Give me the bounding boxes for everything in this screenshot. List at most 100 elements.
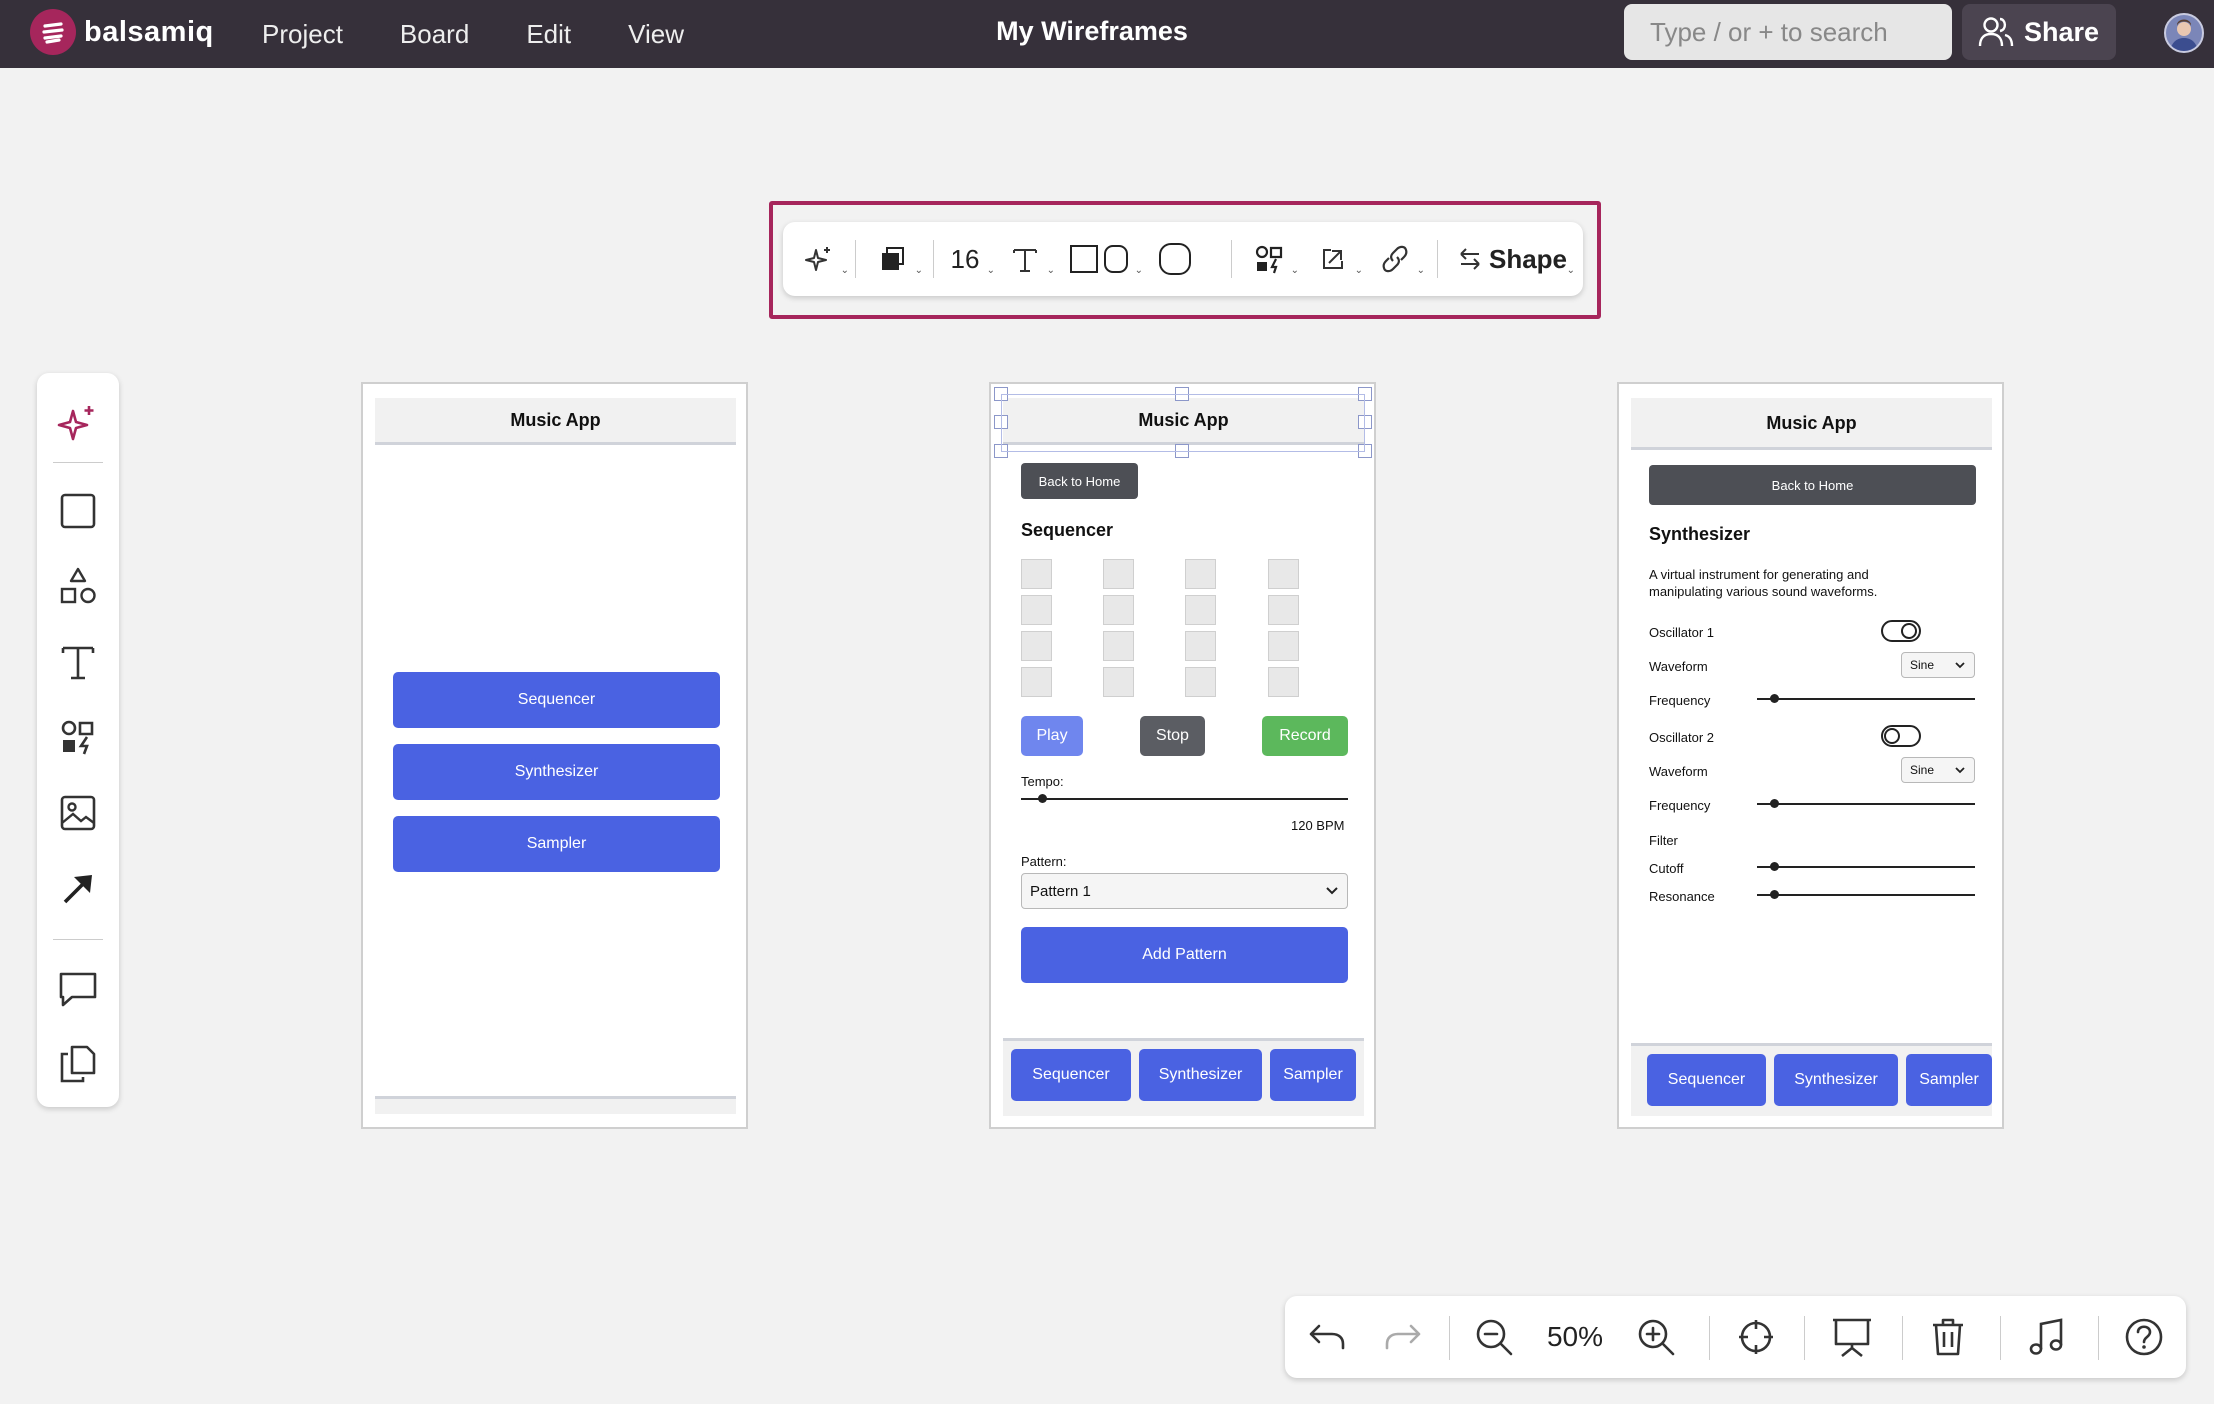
present-button[interactable]	[1815, 1296, 1889, 1378]
music-button[interactable]	[2011, 1296, 2081, 1378]
waveform-2-select[interactable]: Sine	[1901, 757, 1975, 783]
step-cell[interactable]	[1021, 559, 1052, 589]
step-cell[interactable]	[1185, 667, 1216, 697]
text-style-button[interactable]: ⌄	[1003, 222, 1055, 296]
step-cell[interactable]	[1021, 631, 1052, 661]
font-size-button[interactable]: 16 ⌄	[943, 222, 995, 296]
corner-radius-button[interactable]	[1153, 222, 1197, 296]
wireframe-home[interactable]: Music App Sequencer Synthesizer Sampler	[361, 382, 748, 1129]
delete-button[interactable]	[1913, 1296, 1983, 1378]
wireframe-sequencer[interactable]: Music App Back to Home Sequencer Play St…	[989, 382, 1376, 1129]
play-button[interactable]: Play	[1021, 716, 1083, 756]
synthesizer-button[interactable]: Synthesizer	[393, 744, 720, 800]
shape-swap-button[interactable]: Shape ⌄	[1453, 222, 1575, 296]
oscillator-1-label: Oscillator 1	[1649, 625, 1715, 640]
step-cell[interactable]	[1268, 595, 1299, 625]
frequency-2-slider[interactable]	[1757, 799, 1975, 808]
shapes-tool[interactable]	[37, 558, 119, 614]
link-external-icon	[1323, 249, 1343, 269]
step-cell[interactable]	[1185, 595, 1216, 625]
zoom-value: 50%	[1546, 1321, 1604, 1352]
slider-knob[interactable]	[1770, 862, 1779, 871]
waveform-value: Sine	[1910, 658, 1935, 672]
slider-knob[interactable]	[1038, 794, 1047, 803]
properties-toolbar: ⌄ ⌄ 16 ⌄ ⌄ ⌄ ⌄ ⌄ ⌄ Shape ⌄	[783, 222, 1583, 296]
text-tool[interactable]	[37, 634, 119, 690]
step-cell[interactable]	[1185, 631, 1216, 661]
tab-sampler[interactable]: Sampler	[1270, 1049, 1356, 1101]
ai-sparkle-icon	[57, 406, 94, 441]
link-external-button[interactable]: ⌄	[1311, 222, 1363, 296]
back-to-home-button[interactable]: Back to Home	[1021, 463, 1138, 499]
description-line-1: A virtual instrument for generating and	[1649, 567, 1869, 582]
sampler-button[interactable]: Sampler	[393, 816, 720, 872]
image-tool[interactable]	[37, 785, 119, 841]
user-avatar[interactable]	[2164, 13, 2204, 53]
tab-sampler[interactable]: Sampler	[1906, 1054, 1992, 1106]
ai-sparkle-button[interactable]: ⌄	[797, 222, 849, 296]
frequency-label: Frequency	[1649, 693, 1711, 708]
sequencer-button[interactable]: Sequencer	[393, 672, 720, 728]
zoom-out-button[interactable]	[1459, 1296, 1529, 1378]
tempo-value: 120 BPM	[1291, 818, 1345, 833]
stop-button[interactable]: Stop	[1140, 716, 1205, 756]
tab-sequencer[interactable]: Sequencer	[1011, 1049, 1131, 1101]
link-button[interactable]: ⌄	[1373, 222, 1425, 296]
copy-tool[interactable]	[37, 1036, 119, 1092]
step-cell[interactable]	[1103, 595, 1134, 625]
back-to-home-button[interactable]: Back to Home	[1649, 465, 1976, 505]
step-cell[interactable]	[1268, 559, 1299, 589]
oscillator-2-label: Oscillator 2	[1649, 730, 1715, 745]
step-cell[interactable]	[1103, 631, 1134, 661]
zoom-level[interactable]: 50%	[1535, 1296, 1615, 1378]
cutoff-label: Cutoff	[1649, 861, 1684, 876]
chevron-down-icon: ⌄	[840, 265, 849, 276]
tab-synthesizer[interactable]: Synthesizer	[1139, 1049, 1262, 1101]
border-style-button[interactable]: ⌄	[1065, 222, 1143, 296]
fit-view-button[interactable]	[1721, 1296, 1791, 1378]
step-cell[interactable]	[1268, 667, 1299, 697]
section-title: Synthesizer	[1649, 524, 1751, 544]
document-title[interactable]: My Wireframes	[996, 16, 1188, 47]
step-cell[interactable]	[1021, 595, 1052, 625]
slider-knob[interactable]	[1770, 890, 1779, 899]
oscillator-1-toggle[interactable]	[1881, 620, 1921, 642]
resonance-label: Resonance	[1649, 889, 1715, 904]
step-cell[interactable]	[1185, 559, 1216, 589]
add-pattern-button[interactable]: Add Pattern	[1021, 927, 1348, 983]
step-cell[interactable]	[1021, 667, 1052, 697]
icons-tool[interactable]	[37, 709, 119, 765]
record-button[interactable]: Record	[1262, 716, 1348, 756]
share-button[interactable]: Share	[1962, 4, 2116, 60]
oscillator-2-toggle[interactable]	[1881, 725, 1921, 747]
step-cell[interactable]	[1103, 667, 1134, 697]
redo-button[interactable]	[1375, 1296, 1431, 1378]
icon-picker-button[interactable]: ⌄	[1247, 222, 1299, 296]
help-button[interactable]	[2109, 1296, 2179, 1378]
resonance-slider[interactable]	[1757, 890, 1975, 899]
chevron-down-icon	[1326, 887, 1338, 895]
arrow-tool[interactable]	[37, 861, 119, 917]
step-cell[interactable]	[1268, 631, 1299, 661]
rectangle-tool[interactable]	[37, 483, 119, 539]
zoom-in-button[interactable]	[1621, 1296, 1691, 1378]
cutoff-slider[interactable]	[1757, 862, 1975, 871]
undo-button[interactable]	[1299, 1296, 1355, 1378]
ai-assist-button[interactable]	[37, 396, 119, 452]
pattern-select[interactable]: Pattern 1	[1021, 873, 1348, 909]
target-icon	[1739, 1320, 1773, 1354]
slider-knob[interactable]	[1770, 694, 1779, 703]
slider-knob[interactable]	[1770, 799, 1779, 808]
tempo-slider[interactable]	[1021, 794, 1348, 803]
icons-icon	[61, 720, 94, 755]
search-input[interactable]: Type / or + to search	[1624, 4, 1952, 60]
frequency-1-slider[interactable]	[1757, 694, 1975, 703]
wireframe-synthesizer[interactable]: Music App Back to Home Synthesizer A vir…	[1617, 382, 2004, 1129]
fill-color-button[interactable]: ⌄	[871, 222, 923, 296]
tab-sequencer[interactable]: Sequencer	[1647, 1054, 1766, 1106]
icon-picker-icon	[1255, 245, 1283, 274]
tab-synthesizer[interactable]: Synthesizer	[1774, 1054, 1898, 1106]
step-cell[interactable]	[1103, 559, 1134, 589]
waveform-1-select[interactable]: Sine	[1901, 652, 1975, 678]
comment-tool[interactable]	[37, 961, 119, 1017]
